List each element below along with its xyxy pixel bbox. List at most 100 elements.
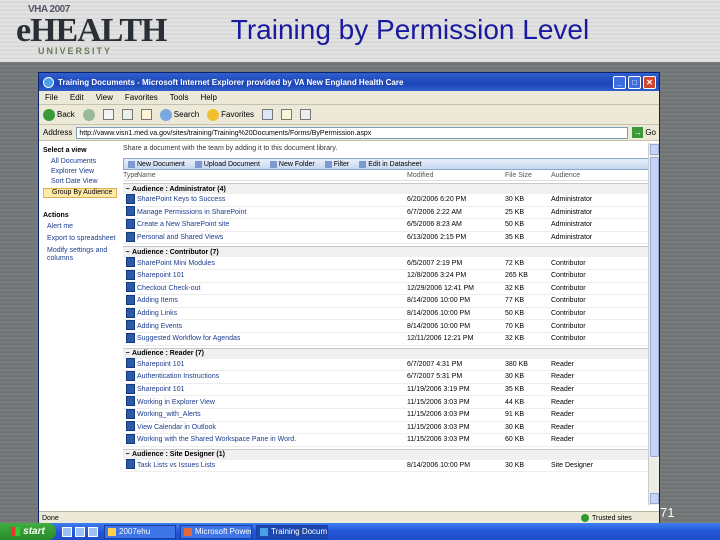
document-name-link[interactable]: Authentication Instructions xyxy=(137,373,407,380)
table-row[interactable]: Task Lists vs Issues Lists 8/14/2006 10:0… xyxy=(123,459,649,473)
new-folder-button[interactable]: New Folder xyxy=(269,160,315,168)
start-button[interactable]: start xyxy=(0,523,56,540)
word-document-icon[interactable] xyxy=(126,231,135,242)
table-row[interactable]: SharePoint Keys to Success 6/20/2006 6:20… xyxy=(123,193,649,207)
word-document-icon[interactable] xyxy=(126,408,135,419)
word-document-icon[interactable] xyxy=(126,320,135,331)
collapse-toggle-icon[interactable]: − xyxy=(123,350,132,357)
show-desktop-icon[interactable] xyxy=(62,526,72,537)
document-name-link[interactable]: SharePoint Mini Modules xyxy=(137,260,407,267)
collapse-toggle-icon[interactable]: − xyxy=(123,186,132,193)
table-row[interactable]: Sharepoint 101 11/19/2006 3:19 PM 35 KB Rea… xyxy=(123,383,649,397)
new-document-button[interactable]: New Document xyxy=(128,160,185,168)
word-document-icon[interactable] xyxy=(126,269,135,280)
edit-datasheet-button[interactable]: Edit in Datasheet xyxy=(359,160,422,168)
maximize-button[interactable]: □ xyxy=(628,75,641,89)
action-alert-me[interactable]: Alert me xyxy=(43,223,117,231)
collapse-toggle-icon[interactable]: − xyxy=(123,451,132,458)
word-document-icon[interactable] xyxy=(126,396,135,407)
col-size[interactable]: File Size xyxy=(505,172,551,179)
document-name-link[interactable]: Adding Events xyxy=(137,323,407,330)
mail-icon[interactable] xyxy=(281,109,293,120)
view-explorer[interactable]: Explorer View xyxy=(43,168,117,176)
group-header[interactable]: − Audience : Reader (7) xyxy=(123,347,649,359)
table-row[interactable]: Working_with_Alerts 11/15/2006 3:03 PM 91 … xyxy=(123,408,649,422)
group-header[interactable]: − Audience : Contributor (7) xyxy=(123,246,649,258)
document-name-link[interactable]: Suggested Workflow for Agendas xyxy=(137,335,407,342)
document-name-link[interactable]: Working in Explorer View xyxy=(137,399,407,406)
word-document-icon[interactable] xyxy=(126,218,135,229)
taskbar-item-folder[interactable]: 2007ehu xyxy=(104,524,176,539)
action-export-spreadsheet[interactable]: Export to spreadsheet xyxy=(43,235,117,243)
document-name-link[interactable]: Working_with_Alerts xyxy=(137,411,407,418)
menu-favorites[interactable]: Favorites xyxy=(125,93,158,102)
col-name[interactable]: Name xyxy=(137,172,407,179)
word-document-icon[interactable] xyxy=(126,421,135,432)
filter-button[interactable]: Filter xyxy=(324,160,349,168)
word-document-icon[interactable] xyxy=(126,332,135,343)
table-row[interactable]: Personal and Shared Views 6/13/2006 2:15 … xyxy=(123,231,649,245)
menu-tools[interactable]: Tools xyxy=(170,93,189,102)
word-document-icon[interactable] xyxy=(126,358,135,369)
scroll-down-arrow[interactable] xyxy=(650,493,659,504)
document-name-link[interactable]: Adding Items xyxy=(137,297,407,304)
table-row[interactable]: SharePoint Mini Modules 6/5/2007 2:19 PM 7… xyxy=(123,257,649,270)
word-document-icon[interactable] xyxy=(126,206,135,217)
word-document-icon[interactable] xyxy=(126,282,135,293)
search-button[interactable]: Search xyxy=(159,108,199,121)
table-row[interactable]: Sharepoint 101 6/7/2007 4:31 PM 380 KB Read… xyxy=(123,358,649,372)
print-icon[interactable] xyxy=(300,109,312,120)
collapse-toggle-icon[interactable]: − xyxy=(123,249,132,256)
table-row[interactable]: Authentication Instructions 6/7/2007 5:31… xyxy=(123,370,649,384)
close-button[interactable]: ✕ xyxy=(643,75,656,89)
history-icon[interactable] xyxy=(262,109,274,120)
vertical-scrollbar[interactable] xyxy=(648,143,659,505)
table-row[interactable]: Adding Events 8/14/2006 10:00 PM 70 KB Cont… xyxy=(123,320,649,333)
col-audience[interactable]: Audience xyxy=(551,172,649,179)
document-name-link[interactable]: Create a New SharePoint site xyxy=(137,221,407,228)
minimize-button[interactable]: _ xyxy=(613,75,626,89)
view-sort-date[interactable]: Sort Date View xyxy=(43,178,117,186)
favorites-button[interactable]: Favorites xyxy=(207,108,254,121)
table-row[interactable]: Suggested Workflow for Agendas 12/11/2006… xyxy=(123,332,649,346)
document-name-link[interactable]: Manage Permissions in SharePoint xyxy=(137,209,407,216)
go-button[interactable]: → Go xyxy=(632,127,656,138)
word-document-icon[interactable] xyxy=(126,307,135,318)
table-row[interactable]: Checkout Check-out 12/29/2006 12:41 PM 32 … xyxy=(123,282,649,296)
view-all-documents[interactable]: All Documents xyxy=(43,158,117,166)
group-header[interactable]: − Audience : Site Designer (1) xyxy=(123,448,649,460)
table-row[interactable]: Working in Explorer View 11/15/2006 3:03 … xyxy=(123,396,649,409)
document-name-link[interactable]: Checkout Check-out xyxy=(137,285,407,292)
upload-document-button[interactable]: Upload Document xyxy=(194,160,260,168)
col-modified[interactable]: Modified xyxy=(407,172,505,179)
document-name-link[interactable]: View Calendar in Outlook xyxy=(137,424,407,431)
document-name-link[interactable]: Sharepoint 101 xyxy=(137,272,407,279)
document-name-link[interactable]: Sharepoint 101 xyxy=(137,386,407,393)
table-row[interactable]: View Calendar in Outlook 11/15/2006 3:03 … xyxy=(123,421,649,435)
group-header[interactable]: − Audience : Administrator (4) xyxy=(123,183,649,194)
table-row[interactable]: Adding Items 8/14/2006 10:00 PM 77 KB Contr… xyxy=(123,294,649,308)
menu-file[interactable]: File xyxy=(45,93,58,102)
document-name-link[interactable]: SharePoint Keys to Success xyxy=(137,196,407,203)
table-row[interactable]: Create a New SharePoint site 6/5/2006 8:2… xyxy=(123,218,649,232)
scroll-thumb[interactable] xyxy=(650,157,659,457)
ie-quicklaunch-icon[interactable] xyxy=(75,526,85,537)
menu-view[interactable]: View xyxy=(96,93,113,102)
taskbar-item-ie[interactable]: Training Documents ... xyxy=(256,524,328,539)
view-group-by-audience[interactable]: Group By Audience xyxy=(43,188,117,198)
document-name-link[interactable]: Personal and Shared Views xyxy=(137,234,407,241)
back-button[interactable]: Back xyxy=(43,108,75,121)
table-row[interactable]: Sharepoint 101 12/8/2006 3:24 PM 265 KB Con… xyxy=(123,269,649,283)
document-name-link[interactable]: Sharepoint 101 xyxy=(137,361,407,368)
document-name-link[interactable]: Adding Links xyxy=(137,310,407,317)
col-type[interactable]: Type xyxy=(123,172,138,179)
word-document-icon[interactable] xyxy=(126,193,135,204)
menu-edit[interactable]: Edit xyxy=(70,93,84,102)
action-modify-settings[interactable]: Modify settings and columns xyxy=(43,247,117,263)
stop-icon[interactable] xyxy=(102,109,114,120)
word-document-icon[interactable] xyxy=(126,459,135,470)
word-document-icon[interactable] xyxy=(126,383,135,394)
word-document-icon[interactable] xyxy=(126,257,135,268)
table-row[interactable]: Manage Permissions in SharePoint 6/7/2006… xyxy=(123,206,649,220)
forward-button[interactable] xyxy=(82,108,95,121)
